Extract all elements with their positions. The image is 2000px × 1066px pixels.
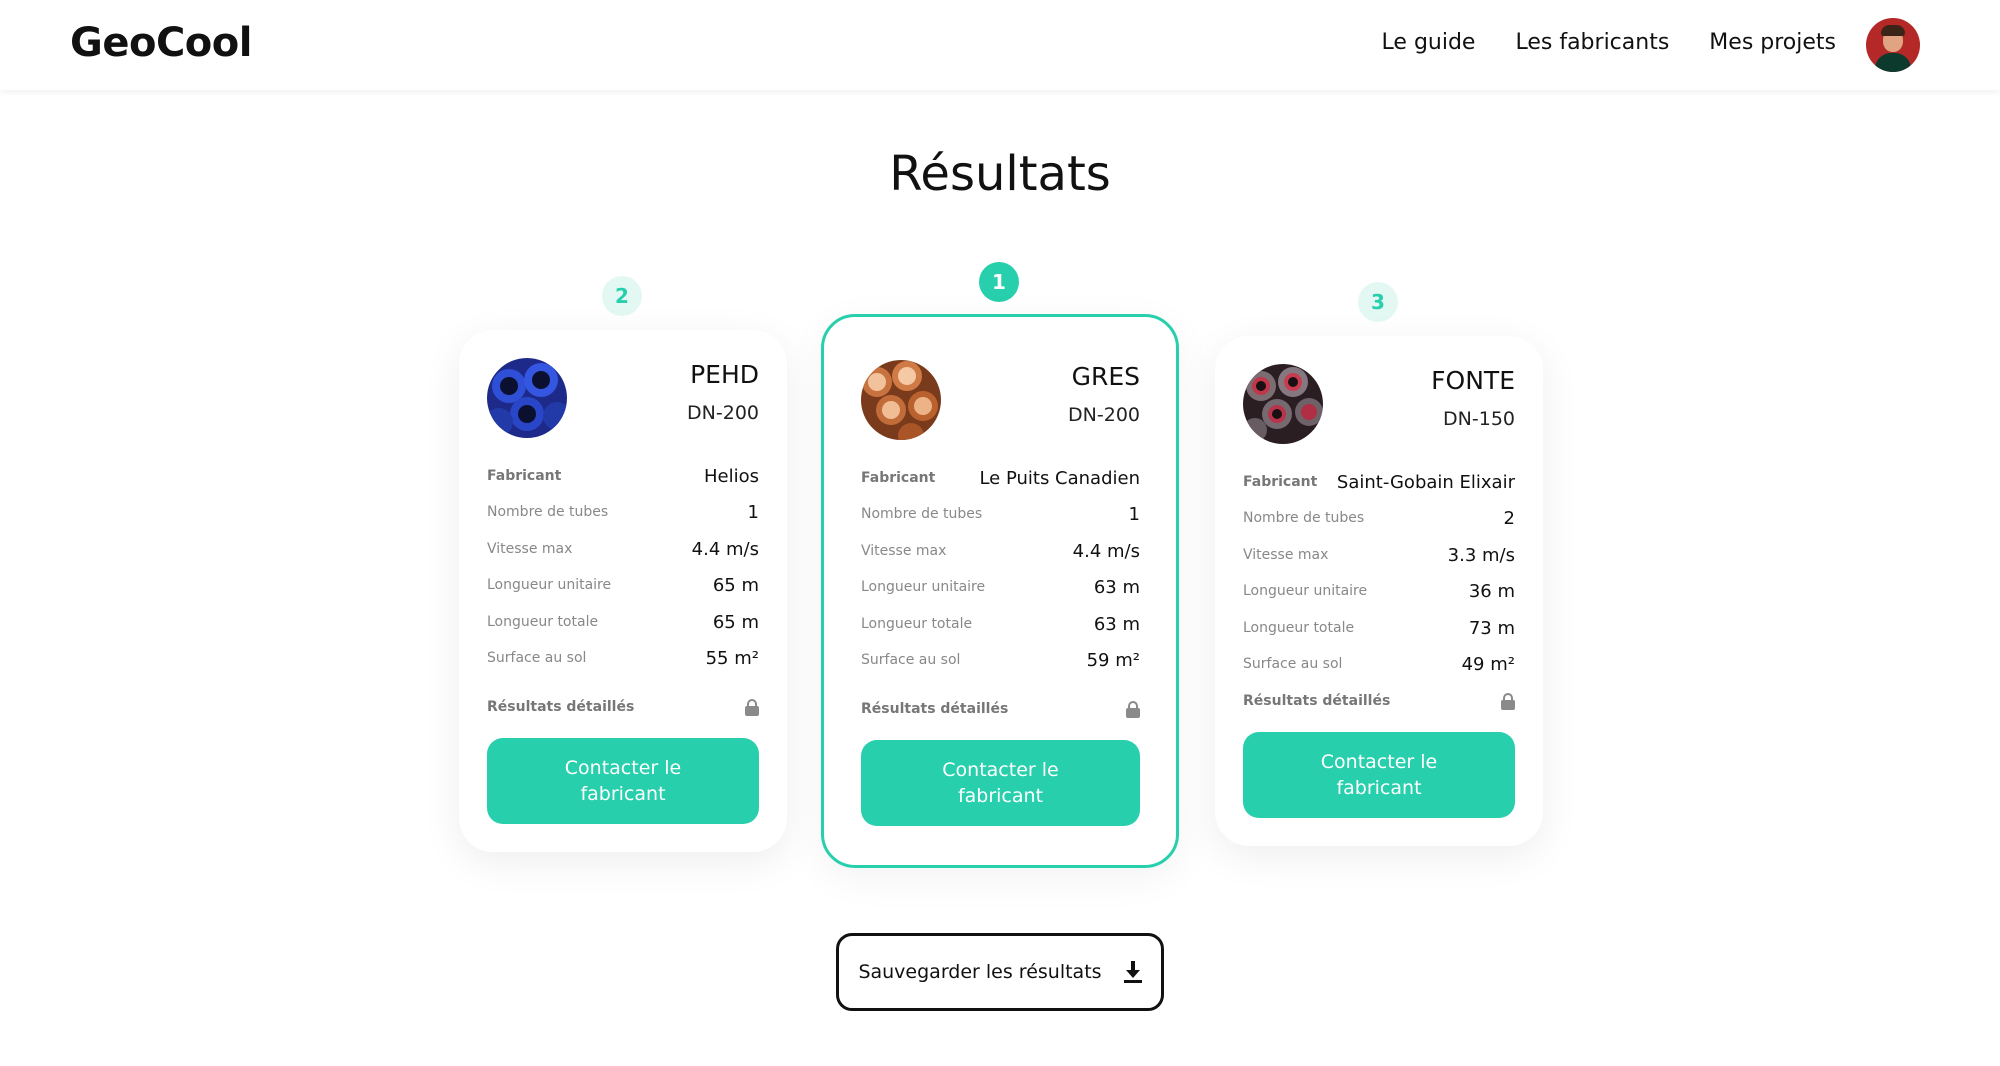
blue-pipes-image	[487, 358, 567, 438]
rank-badge-3: 3	[1358, 282, 1398, 322]
diameter: DN-200	[1068, 404, 1140, 426]
nav-link-projects[interactable]: Mes projets	[1709, 30, 1836, 55]
row-detailed-results[interactable]: Résultats détaillés	[861, 695, 1140, 723]
rank-badge-2: 2	[602, 276, 642, 316]
row-tubes: Nombre de tubes 1	[861, 503, 1140, 525]
row-total-length: Longueur totale 63 m	[861, 613, 1140, 635]
row-detailed-results[interactable]: Résultats détaillés	[1243, 687, 1515, 715]
material-name: FONTE	[1431, 366, 1515, 395]
row-unit-length: Longueur unitaire 63 m	[861, 576, 1140, 598]
diameter: DN-150	[1443, 408, 1515, 430]
user-avatar[interactable]	[1866, 18, 1920, 72]
row-total-length: Longueur totale 65 m	[487, 611, 759, 633]
main-nav: Le guide Les fabricants Mes projets	[1382, 30, 1836, 55]
result-card-pehd: PEHD DN-200 Fabricant Helios Nombre de t…	[459, 330, 787, 852]
terracotta-pipes-image	[861, 360, 941, 440]
row-unit-length: Longueur unitaire 65 m	[487, 574, 759, 596]
download-icon	[1123, 961, 1142, 983]
row-ground-area: Surface au sol 55 m²	[487, 647, 759, 669]
row-total-length: Longueur totale 73 m	[1243, 617, 1515, 639]
row-speed: Vitesse max 4.4 m/s	[861, 540, 1140, 562]
row-speed: Vitesse max 4.4 m/s	[487, 538, 759, 560]
material-name: PEHD	[690, 360, 759, 389]
save-results-label: Sauvegarder les résultats	[858, 961, 1102, 983]
row-ground-area: Surface au sol 49 m²	[1243, 653, 1515, 675]
logo[interactable]: GeoCool	[70, 20, 252, 66]
row-ground-area: Surface au sol 59 m²	[861, 649, 1140, 671]
contact-manufacturer-button[interactable]: Contacter le fabricant	[861, 740, 1140, 826]
contact-manufacturer-button[interactable]: Contacter le fabricant	[1243, 732, 1515, 818]
row-detailed-results[interactable]: Résultats détaillés	[487, 693, 759, 721]
row-unit-length: Longueur unitaire 36 m	[1243, 580, 1515, 602]
diameter: DN-200	[687, 402, 759, 424]
top-bar: GeoCool Le guide Les fabricants Mes proj…	[0, 0, 2000, 90]
material-name: GRES	[1071, 362, 1140, 391]
row-tubes: Nombre de tubes 2	[1243, 507, 1515, 529]
row-manufacturer: Fabricant Le Puits Canadien	[861, 467, 1140, 489]
nav-link-guide[interactable]: Le guide	[1382, 30, 1476, 55]
lock-icon	[745, 699, 759, 716]
contact-manufacturer-button[interactable]: Contacter le fabricant	[487, 738, 759, 824]
result-card-fonte: FONTE DN-150 Fabricant Saint-Gobain Elix…	[1215, 336, 1543, 846]
manufacturer-value: Saint-Gobain Elixair	[1336, 471, 1515, 493]
save-results-button[interactable]: Sauvegarder les résultats	[836, 933, 1164, 1011]
lock-icon	[1501, 693, 1515, 710]
manufacturer-value: Helios	[703, 465, 759, 487]
row-speed: Vitesse max 3.3 m/s	[1243, 544, 1515, 566]
rank-badge-1: 1	[979, 262, 1019, 302]
manufacturer-value: Le Puits Canadien	[979, 467, 1140, 489]
row-tubes: Nombre de tubes 1	[487, 501, 759, 523]
lock-icon	[1126, 701, 1140, 718]
row-manufacturer: Fabricant Saint-Gobain Elixair	[1243, 471, 1515, 493]
result-card-gres: GRES DN-200 Fabricant Le Puits Canadien …	[821, 314, 1179, 868]
cast-iron-pipes-image	[1243, 364, 1323, 444]
nav-link-manufacturers[interactable]: Les fabricants	[1515, 30, 1669, 55]
row-manufacturer: Fabricant Helios	[487, 465, 759, 487]
page-title: Résultats	[889, 146, 1111, 202]
